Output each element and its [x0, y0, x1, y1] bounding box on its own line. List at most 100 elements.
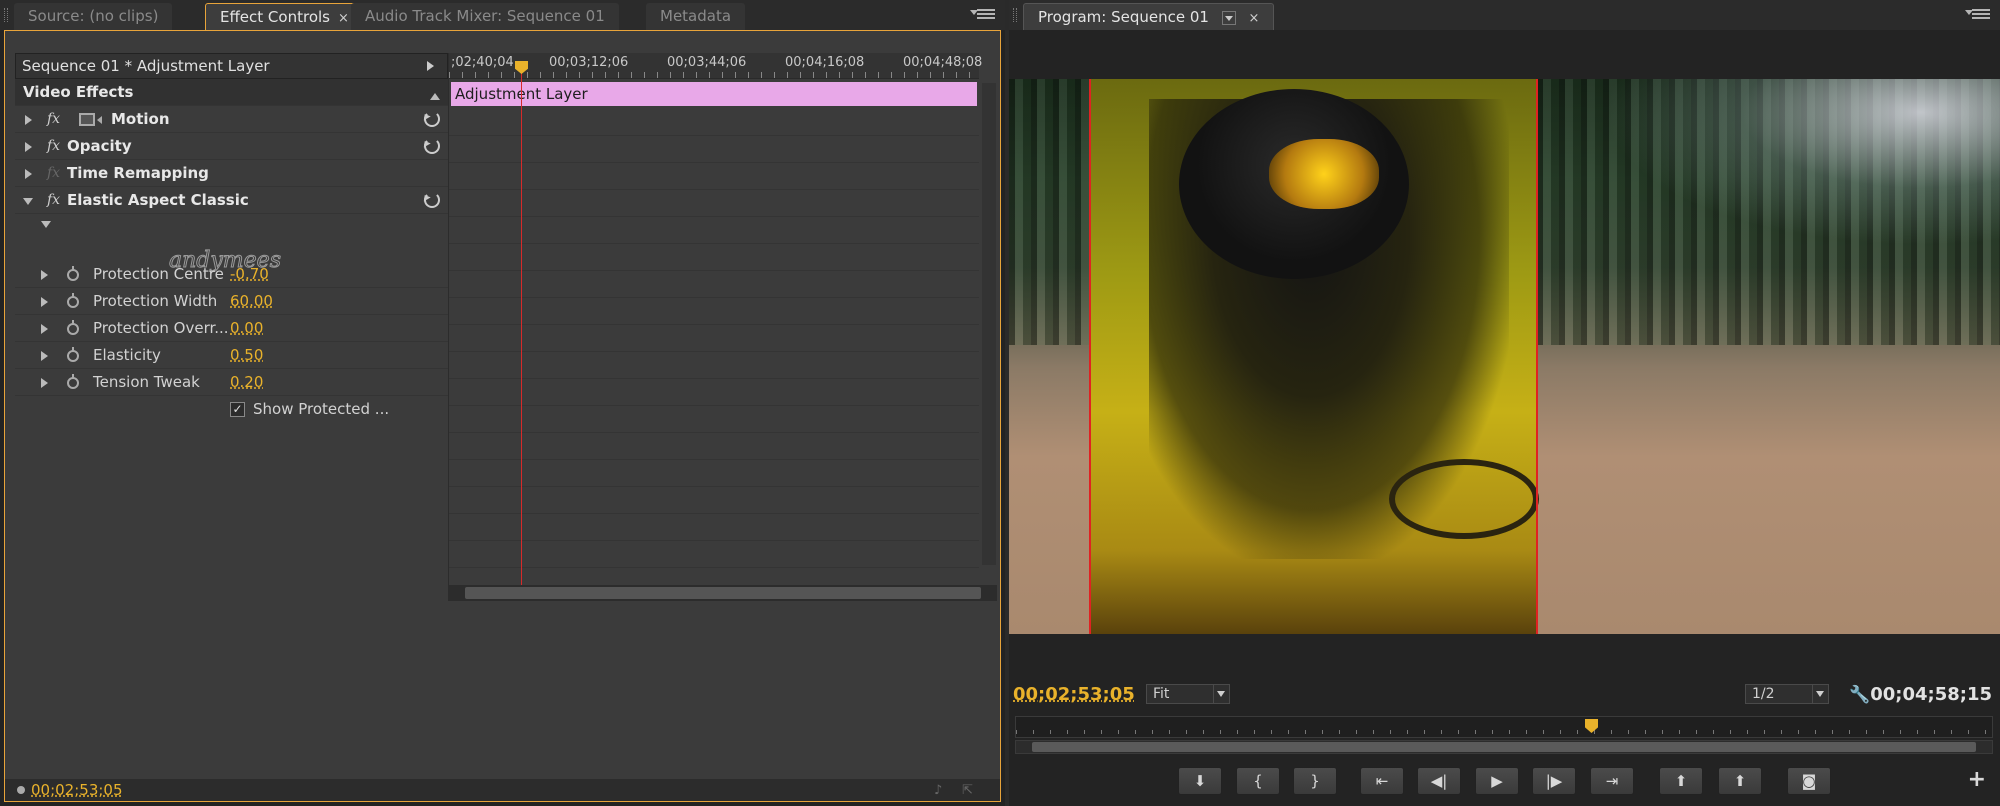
- ruler-label: 00;04;16;08: [785, 55, 865, 70]
- expand-triangle-icon[interactable]: [41, 351, 53, 361]
- settings-wrench-icon[interactable]: 🔧: [1849, 685, 1870, 705]
- left-tab-bar: Source: (no clips) Effect Controls × Audi…: [0, 0, 1005, 30]
- expand-triangle-icon[interactable]: [41, 324, 53, 334]
- collapse-triangle-icon[interactable]: [41, 221, 51, 233]
- export-icon[interactable]: ⇱: [962, 783, 980, 798]
- panel-menu-icon[interactable]: [1965, 7, 1990, 21]
- fx-icon[interactable]: fx: [47, 133, 60, 160]
- extract-button[interactable]: ⬆: [1718, 767, 1762, 795]
- expand-triangle-icon[interactable]: [41, 378, 53, 388]
- param-row-elasticity[interactable]: Elasticity 0.50: [15, 342, 448, 369]
- collapse-triangle-icon[interactable]: [23, 198, 33, 210]
- reset-icon[interactable]: [424, 138, 440, 154]
- playhead-timecode[interactable]: 00;02;53;05: [1013, 684, 1135, 705]
- tab-effect-controls[interactable]: Effect Controls ×: [205, 3, 364, 30]
- chevron-down-icon[interactable]: [1812, 685, 1828, 703]
- go-to-in-button[interactable]: ⇤: [1360, 767, 1404, 795]
- tab-dropdown-icon[interactable]: [1221, 10, 1236, 25]
- effect-row-motion[interactable]: fx Motion: [15, 106, 448, 133]
- reset-icon[interactable]: [424, 111, 440, 127]
- step-forward-button[interactable]: |▶: [1532, 767, 1576, 795]
- resolution-value: 1/2: [1752, 686, 1775, 702]
- video-goggle: [1269, 139, 1379, 209]
- play-button[interactable]: ▶: [1475, 767, 1519, 795]
- ruler-ticks: [1016, 730, 1992, 734]
- panel-grip[interactable]: [1013, 8, 1017, 22]
- stopwatch-icon[interactable]: [67, 347, 79, 362]
- clip-header[interactable]: Sequence 01 * Adjustment Layer: [15, 53, 448, 79]
- vertical-scrollbar[interactable]: [982, 83, 996, 565]
- ruler-label: 00;03;12;06: [549, 55, 629, 70]
- adjustment-layer-clip[interactable]: Adjustment Layer: [451, 82, 977, 106]
- tab-metadata[interactable]: Metadata: [646, 3, 746, 30]
- expand-triangle-icon[interactable]: [41, 270, 53, 280]
- param-value[interactable]: 0.50: [230, 342, 263, 369]
- program-time-ruler[interactable]: [1015, 716, 1993, 738]
- fx-icon[interactable]: fx: [47, 187, 60, 214]
- mark-in-button[interactable]: {: [1236, 767, 1280, 795]
- audio-solo-icon[interactable]: ♪: [934, 783, 952, 798]
- fx-icon: fx: [47, 165, 61, 181]
- protection-guide-left: [1089, 79, 1091, 634]
- stopwatch-icon[interactable]: [67, 266, 79, 281]
- expand-triangle-icon[interactable]: [25, 142, 37, 152]
- param-value[interactable]: 0.20: [230, 369, 263, 396]
- panel-menu-icon[interactable]: [970, 7, 995, 21]
- show-protected-checkbox[interactable]: ✓: [230, 402, 245, 417]
- export-frame-button[interactable]: ◙: [1787, 767, 1831, 795]
- go-to-out-button[interactable]: ⇥: [1590, 767, 1634, 795]
- keyframe-lanes[interactable]: [449, 109, 979, 569]
- mark-out-button[interactable]: }: [1293, 767, 1337, 795]
- expand-triangle-icon[interactable]: [25, 115, 37, 125]
- ruler-label: 00;04;48;08: [903, 55, 983, 70]
- step-back-button[interactable]: ◀|: [1417, 767, 1461, 795]
- sequence-duration: 00;04;58;15: [1870, 684, 1992, 705]
- time-ruler[interactable]: ;02;40;04 00;03;12;06 00;03;44;06 00;04;…: [449, 53, 983, 79]
- stopwatch-icon[interactable]: [67, 293, 79, 308]
- ruler-ticks: [449, 72, 979, 78]
- button-editor-icon[interactable]: +: [1968, 767, 1986, 792]
- tab-source[interactable]: Source: (no clips): [14, 3, 173, 30]
- program-video-frame[interactable]: [1009, 79, 2000, 634]
- add-marker-button[interactable]: ⬇: [1178, 767, 1222, 795]
- plugin-ui-toggle-row: [15, 214, 448, 236]
- fx-icon[interactable]: fx: [47, 106, 60, 133]
- param-value[interactable]: 60.00: [230, 288, 273, 315]
- chevron-down-icon[interactable]: [1213, 685, 1229, 703]
- param-row-show-protected[interactable]: ✓ Show Protected ...: [15, 396, 448, 423]
- param-row-protection-centre[interactable]: Protection Centre -0.70: [15, 261, 448, 288]
- program-zoom-scrollbar[interactable]: [1015, 740, 1993, 754]
- effect-row-elastic-aspect[interactable]: fx Elastic Aspect Classic: [15, 187, 448, 214]
- current-timecode[interactable]: 00;02;53;05: [31, 781, 123, 799]
- param-value[interactable]: -0.70: [230, 261, 269, 288]
- param-row-protection-override[interactable]: Protection Overr... 0.00: [15, 315, 448, 342]
- zoom-select[interactable]: Fit: [1146, 684, 1230, 704]
- chevron-right-icon[interactable]: [427, 61, 439, 71]
- resolution-select[interactable]: 1/2: [1745, 684, 1829, 704]
- stopwatch-icon[interactable]: [67, 320, 79, 335]
- reset-icon[interactable]: [424, 192, 440, 208]
- video-effects-header[interactable]: Video Effects: [15, 79, 448, 106]
- effect-row-time-remapping[interactable]: fx Time Remapping: [15, 160, 448, 187]
- expand-triangle-icon[interactable]: [25, 169, 37, 179]
- lift-button[interactable]: ⬆: [1659, 767, 1703, 795]
- motion-transform-icon[interactable]: [79, 113, 102, 126]
- param-row-protection-width[interactable]: Protection Width 60.00: [15, 288, 448, 315]
- filter-icon[interactable]: [17, 786, 25, 794]
- scroll-thumb[interactable]: [465, 587, 981, 599]
- param-value[interactable]: 0.00: [230, 315, 263, 342]
- tab-program[interactable]: Program: Sequence 01 ×: [1023, 3, 1275, 30]
- expand-triangle-icon[interactable]: [41, 297, 53, 307]
- horizontal-scrollbar[interactable]: [449, 585, 997, 601]
- scroll-thumb[interactable]: [1032, 742, 1976, 752]
- effect-timeline[interactable]: ;02;40;04 00;03;12;06 00;03;44;06 00;04;…: [448, 53, 997, 601]
- section-title: Video Effects: [23, 83, 134, 101]
- tab-audio-track-mixer[interactable]: Audio Track Mixer: Sequence 01: [351, 3, 619, 30]
- collapse-icon[interactable]: [430, 88, 440, 100]
- close-icon[interactable]: ×: [1249, 11, 1260, 26]
- panel-grip[interactable]: [4, 8, 8, 22]
- stopwatch-icon[interactable]: [67, 374, 79, 389]
- close-icon[interactable]: ×: [338, 11, 349, 26]
- param-row-tension-tweak[interactable]: Tension Tweak 0.20: [15, 369, 448, 396]
- effect-row-opacity[interactable]: fx Opacity: [15, 133, 448, 160]
